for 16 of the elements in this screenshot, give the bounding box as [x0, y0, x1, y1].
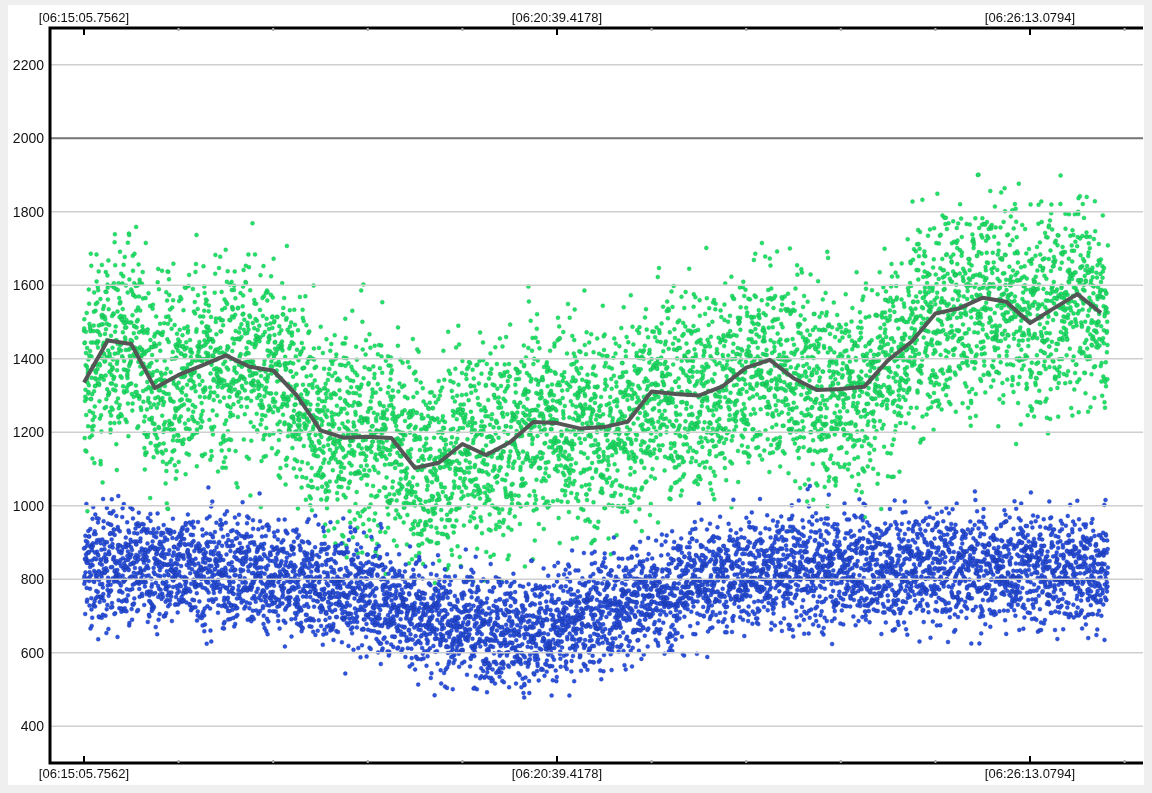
y-tick-label: 600 [20, 644, 44, 661]
y-tick-label: 1000 [12, 497, 44, 514]
y-tick-label: 400 [20, 718, 44, 735]
y-tick-label: 1600 [12, 277, 44, 294]
x-tick-label: [06:15:05.7562] [38, 10, 130, 25]
y-tick-label: 1400 [12, 350, 44, 367]
y-tick-label: 800 [20, 571, 44, 588]
x-tick-label: [06:20:39.4178] [511, 10, 603, 25]
y-tick-label: 2200 [12, 56, 44, 73]
x-tick-label: [06:15:05.7562] [38, 766, 130, 781]
x-tick-label: [06:20:39.4178] [511, 766, 603, 781]
y-tick-label: 2000 [12, 130, 44, 147]
y-tick-label: 1800 [12, 203, 44, 220]
x-tick-label: [06:26:13.0794] [984, 766, 1076, 781]
x-tick-label: [06:26:13.0794] [984, 10, 1076, 25]
y-tick-label: 1200 [12, 424, 44, 441]
